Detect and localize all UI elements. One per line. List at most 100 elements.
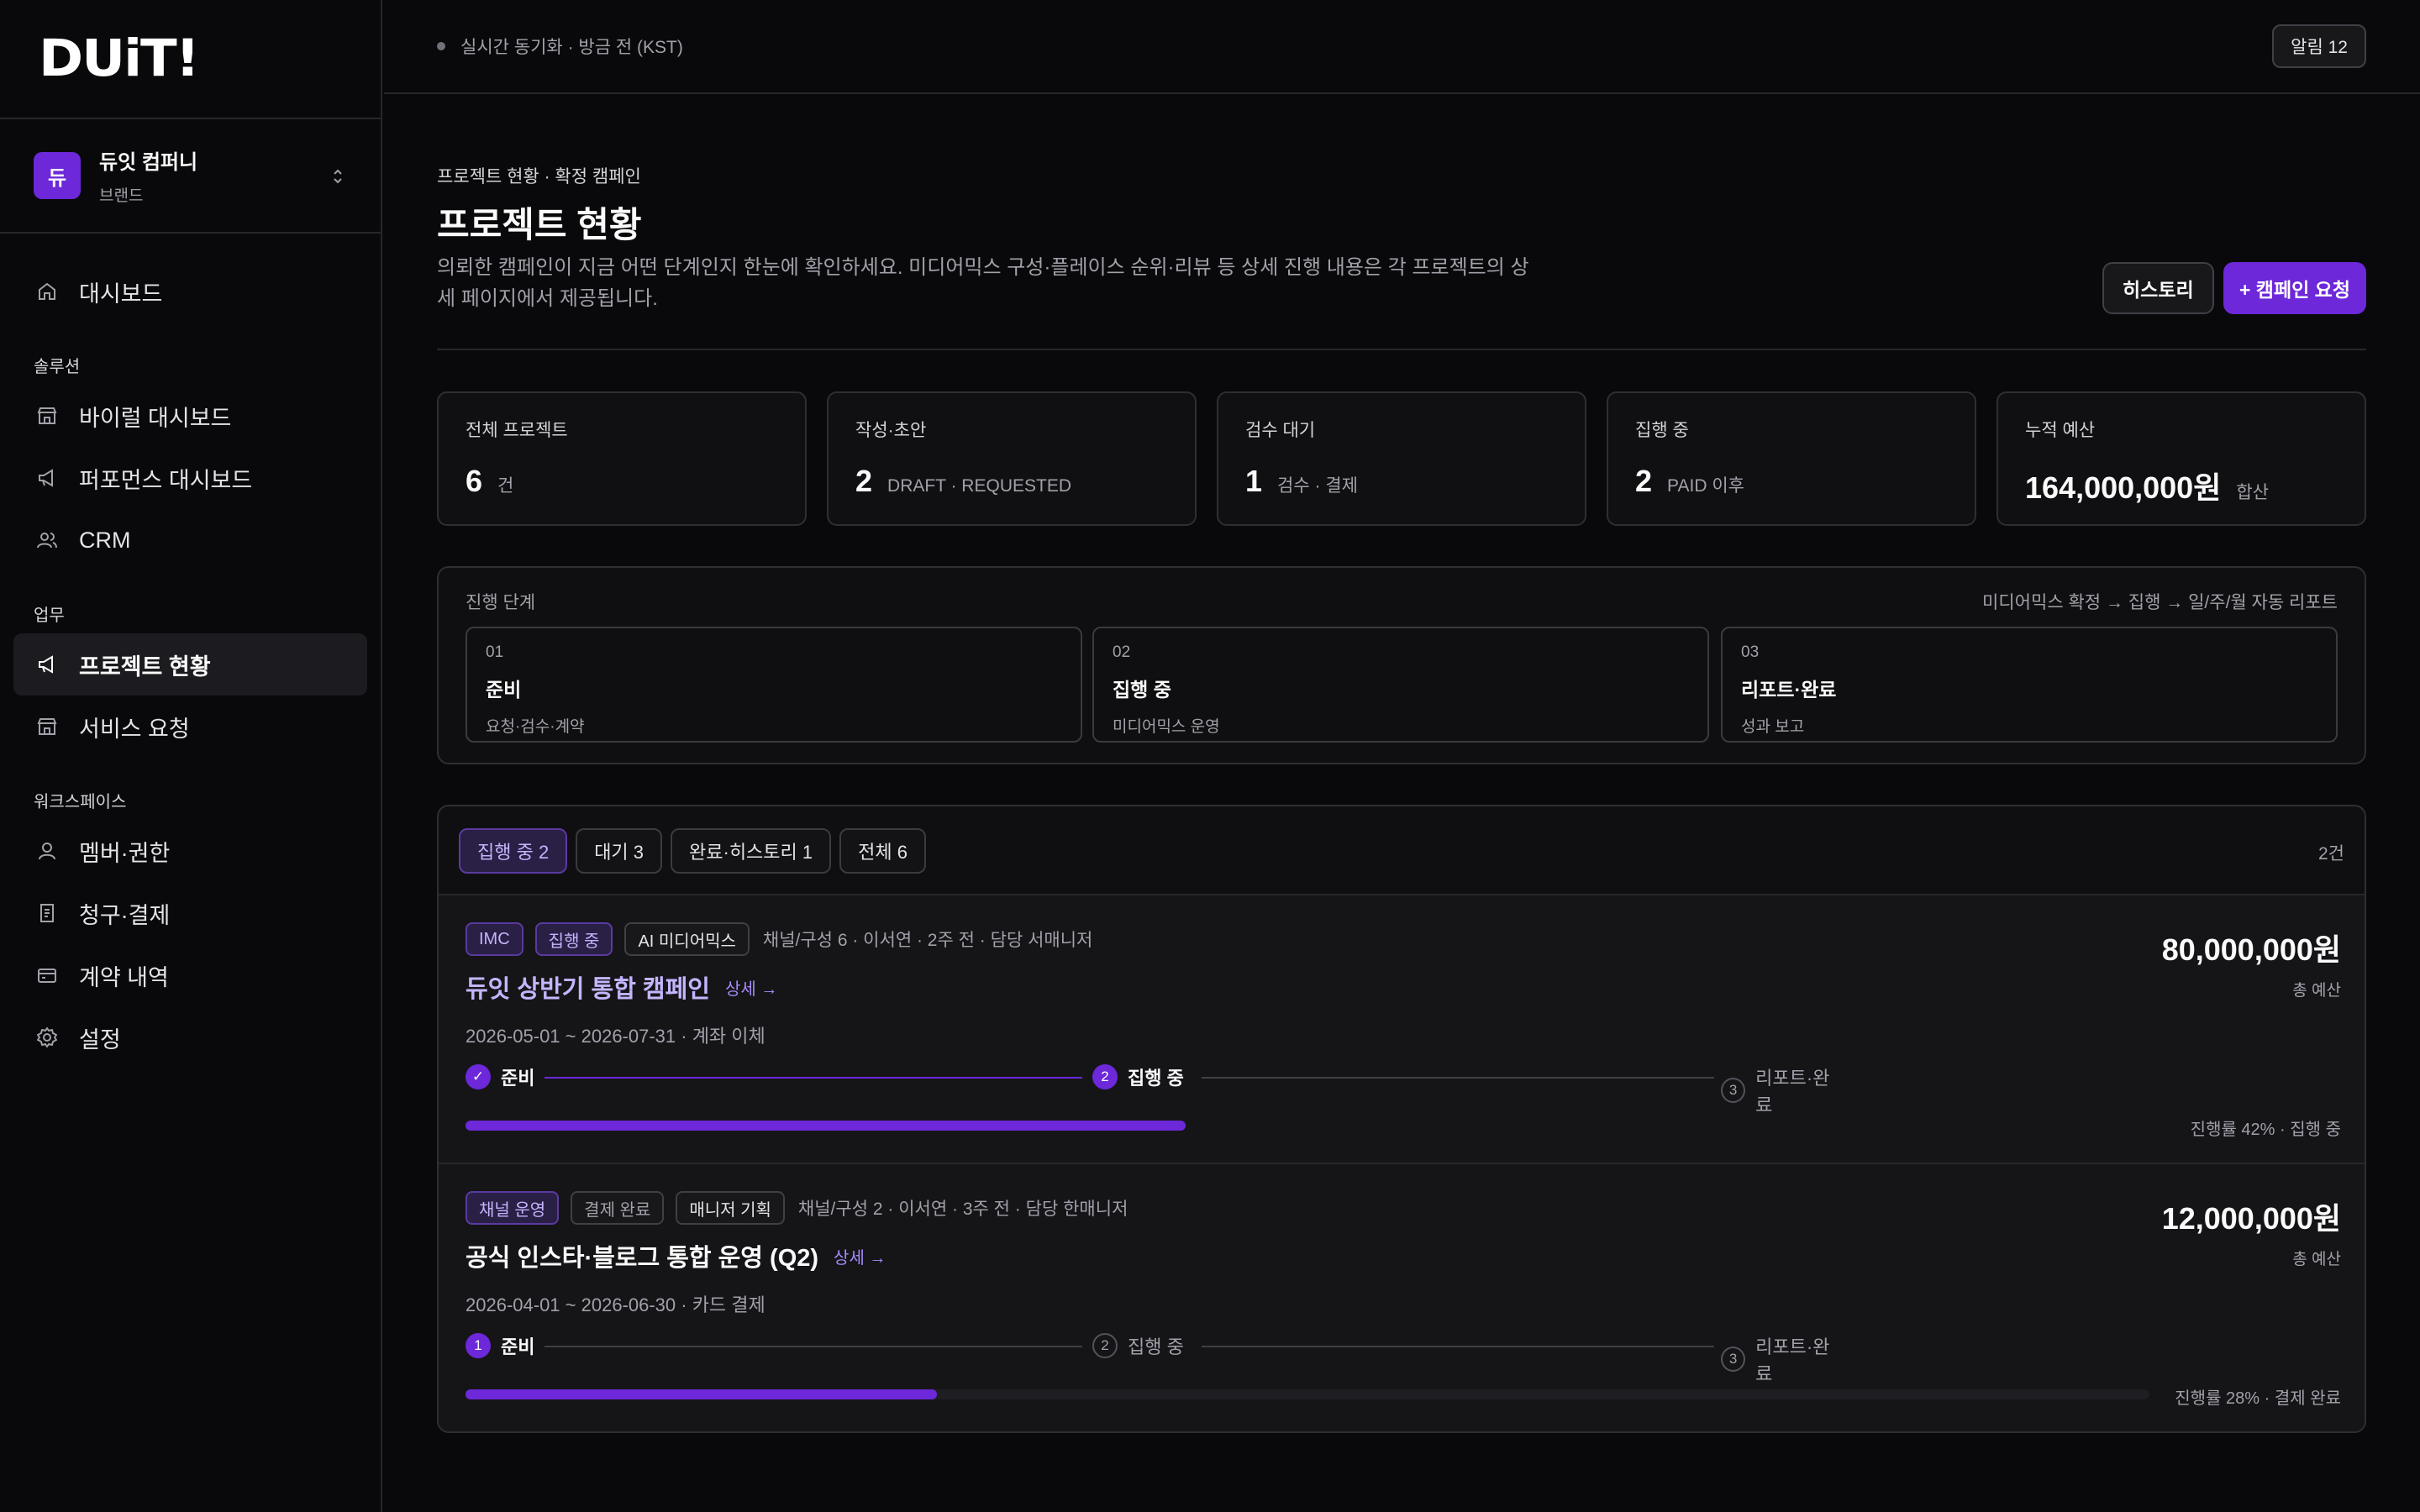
step-label: 리포트·완료 [1755,1336,1830,1384]
sidebar-item-crm[interactable]: CRM [13,509,367,571]
project-title-row: 듀잇 상반기 통합 캠페인 상세 → [466,969,777,1005]
stat-total-projects: 전체 프로젝트 6 건 [437,391,807,526]
sync-status: 실시간 동기화 · 방금 전 (KST) [437,34,683,59]
step-label: 리포트·완료 [1755,1068,1830,1116]
step-number: 3 [1721,1078,1746,1103]
sidebar-item-project-status[interactable]: 프로젝트 현황 [13,633,367,696]
stat-in-progress: 집행 중 2 PAID 이후 [1607,391,1976,526]
stat-value: 2 [1635,464,1653,498]
credit-card-icon [35,963,59,987]
step-1: ✓ 준비 [466,1063,534,1090]
sidebar-item-label: 멤버·권한 [79,840,171,866]
sidebar-item-billing[interactable]: 청구·결제 [13,882,367,944]
project-meta: 채널/구성 6 · 이서연 · 2주 전 · 담당 서매니저 [762,931,1093,950]
step-1: 1 준비 [466,1332,534,1359]
progress-bar [466,1121,1186,1131]
detail-link[interactable]: 상세 → [725,975,777,1000]
stat-review-pending: 검수 대기 1 검수 · 결제 [1217,391,1586,526]
stat-value-row: 1 검수 · 결제 [1245,464,1558,499]
project-meta: 채널/구성 2 · 이서연 · 3주 전 · 담당 한매니저 [797,1200,1128,1219]
step-connector [1202,1077,1714,1079]
sidebar-item-label: 대시보드 [79,281,163,307]
org-switcher[interactable]: 듀 듀잇 컴퍼니 브랜드 [0,119,381,234]
brand-logo[interactable]: DUiT! [39,29,200,88]
topbar: 실시간 동기화 · 방금 전 (KST) 알림 12 [384,0,2420,94]
history-button[interactable]: 히스토리 [2102,262,2214,314]
sidebar-item-label: 서비스 요청 [79,716,190,742]
sidebar-item-label: 퍼포먼스 대시보드 [79,467,253,493]
sidebar-item-label: CRM [79,527,131,553]
org-avatar: 듀 [34,152,81,199]
budget-amount: 12,000,000원 [2161,1201,2341,1236]
filter-all[interactable]: 전체 6 [839,828,926,874]
stat-label: 전체 프로젝트 [466,421,568,440]
detail-link[interactable]: 상세 → [834,1244,886,1268]
filter-in-progress[interactable]: 집행 중 2 [459,828,568,874]
sync-text: 실시간 동기화 · 방금 전 (KST) [460,38,683,57]
stages-panel: 진행 단계 미디어믹스 확정 → 집행 → 일/주/월 자동 리포트 01 준비… [437,566,2366,764]
status-badge: 결제 완료 [571,1191,665,1225]
users-icon [35,528,59,552]
sidebar-item-contracts[interactable]: 계약 내역 [13,944,367,1006]
sidebar-nav: 대시보드 솔루션 바이럴 대시보드 퍼포먼스 대시보드 CRM 업무 프로젝트 … [0,234,381,1068]
project-dates: 2026-04-01 ~ 2026-06-30 · 카드 결제 [466,1294,765,1315]
stage-name: 준비 [486,679,522,701]
budget-label: 총 예산 [2292,982,2341,1000]
project-stepper: 1 준비 2 집행 중 3 리포트·완료 [466,1332,1844,1384]
projects-panel: 집행 중 2 대기 3 완료·히스토리 1 전체 6 2건 IMC 집행 중 A… [437,805,2366,1433]
stat-total-budget: 누적 예산 164,000,000원 합산 [1996,391,2366,526]
sidebar-item-performance-dashboard[interactable]: 퍼포먼스 대시보드 [13,447,367,509]
stat-value: 6 [466,464,483,498]
stage-desc: 요청·검수·계약 [486,718,585,736]
tag: AI 미디어믹스 [624,922,750,956]
stage-number: 01 [486,643,504,661]
stat-value-row: 2 PAID 이후 [1635,464,1948,499]
tag: 매니저 기획 [676,1191,785,1225]
progress-text: 진행률 28% · 결제 완료 [2175,1389,2341,1408]
stat-value-row: 2 DRAFT · REQUESTED [855,464,1168,499]
stat-label: 검수 대기 [1245,421,1316,440]
project-title[interactable]: 듀잇 상반기 통합 캠페인 [466,969,710,1005]
store-icon [35,404,59,428]
project-budget: 80,000,000원 총 예산 [2162,926,2341,1000]
user-icon [35,839,59,863]
project-tags: IMC 집행 중 AI 미디어믹스 채널/구성 6 · 이서연 · 2주 전 ·… [466,922,1092,956]
sidebar-item-dashboard[interactable]: 대시보드 [13,260,367,323]
stat-draft: 작성·초안 2 DRAFT · REQUESTED [827,391,1197,526]
breadcrumb: 프로젝트 현황 · 확정 캠페인 [437,167,641,186]
step-label: 집행 중 [1128,1336,1184,1357]
stage-desc: 미디어믹스 운영 [1113,718,1220,736]
page-description: 의뢰한 캠페인이 지금 어떤 단계인지 한눈에 확인하세요. 미디어믹스 구성·… [437,256,1529,310]
sidebar-item-label: 청구·결제 [79,902,171,928]
megaphone-icon [35,653,59,676]
project-card[interactable]: 채널 운영 결제 완료 매니저 기획 채널/구성 2 · 이서연 · 3주 전 … [439,1163,2365,1431]
stage-number: 03 [1741,643,1760,661]
sidebar-item-members[interactable]: 멤버·권한 [13,820,367,882]
stage-name: 집행 중 [1113,679,1171,701]
budget-amount: 80,000,000원 [2161,932,2341,967]
stat-sub: PAID 이후 [1667,476,1744,496]
sidebar-item-viral-dashboard[interactable]: 바이럴 대시보드 [13,385,367,447]
stage-card: 03 리포트·완료 성과 보고 [1721,627,2338,743]
sync-dot-icon [437,42,445,50]
sidebar-item-settings[interactable]: 설정 [13,1006,367,1068]
status-badge: 집행 중 [534,922,613,956]
filter-waiting[interactable]: 대기 3 [576,828,663,874]
step-label: 집행 중 [1128,1068,1184,1089]
step-label: 준비 [501,1068,535,1089]
step-connector [1202,1346,1714,1347]
step-label: 준비 [501,1336,535,1357]
sidebar-item-label: 계약 내역 [79,964,169,990]
sidebar-item-service-request[interactable]: 서비스 요청 [13,696,367,758]
filter-tabs: 집행 중 2 대기 3 완료·히스토리 1 전체 6 [459,828,926,874]
project-card[interactable]: IMC 집행 중 AI 미디어믹스 채널/구성 6 · 이서연 · 2주 전 ·… [439,894,2365,1163]
project-title[interactable]: 공식 인스타·블로그 통합 운영 (Q2) [466,1238,818,1273]
filter-completed-history[interactable]: 완료·히스토리 1 [671,828,832,874]
stages-title: 진행 단계 [466,593,536,612]
notifications-button[interactable]: 알림 12 [2272,24,2366,68]
campaign-request-button[interactable]: + 캠페인 요청 [2223,262,2366,314]
stat-value: 1 [1245,464,1263,498]
sidebar-item-label: 프로젝트 현황 [79,654,211,680]
stat-label: 작성·초안 [855,421,927,440]
check-icon: ✓ [466,1064,491,1089]
